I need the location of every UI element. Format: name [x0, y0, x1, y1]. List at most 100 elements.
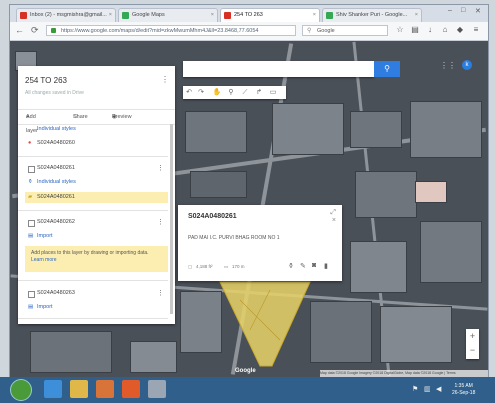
edit-icon[interactable]: ✎ — [300, 262, 306, 270]
marker-icon[interactable]: ⚲ — [225, 86, 237, 99]
home-icon[interactable]: ⌂ — [441, 26, 449, 34]
parcel-polygon[interactable] — [210, 280, 320, 370]
paint-bucket-icon[interactable]: ⚱ — [288, 262, 294, 270]
clipboard-icon[interactable]: ▤ — [411, 26, 419, 34]
shield-icon[interactable]: ◆ — [456, 26, 464, 34]
layer-name: S024A0480262 — [37, 219, 75, 225]
share-label: Share — [73, 114, 88, 120]
close-tab-icon[interactable]: × — [211, 9, 214, 22]
back-icon[interactable]: ← — [15, 25, 24, 35]
download-icon[interactable]: ↓ — [426, 26, 434, 34]
close-button[interactable]: ✕ — [475, 7, 481, 15]
layer-name: S024A0480261 — [37, 165, 75, 171]
draw-line-icon[interactable]: ⟋ — [239, 86, 251, 99]
perimeter-value: 170 m — [232, 264, 245, 269]
divider — [18, 210, 168, 211]
building — [420, 221, 482, 283]
tab-label: Google Maps — [132, 12, 165, 18]
google-logo: Google — [235, 368, 256, 374]
layer-name: S024A0480263 — [37, 290, 75, 296]
tab-google-maps[interactable]: Google Maps × — [118, 8, 218, 22]
clock-date: 26-Sep-18 — [452, 390, 476, 396]
avatar[interactable]: k — [462, 60, 472, 70]
expand-icon[interactable]: ⤢ — [330, 209, 336, 217]
browser-search-field[interactable]: ⚲ Google — [302, 25, 388, 36]
apps-grid-icon[interactable]: ⋮⋮ — [440, 61, 456, 70]
ruler-icon[interactable]: ▭ — [267, 86, 279, 99]
tab-strip: Inbox (2) - msgmishra@gmail... × Google … — [10, 5, 488, 22]
layer-visibility-checkbox[interactable] — [28, 291, 35, 298]
parcel-shape — [219, 281, 311, 367]
network-icon[interactable]: ▥ — [424, 385, 431, 393]
close-tab-icon[interactable]: × — [415, 9, 418, 22]
map-search-input[interactable] — [183, 61, 374, 77]
volume-icon[interactable]: ◀ — [436, 385, 441, 393]
star-icon[interactable]: ☆ — [396, 26, 404, 34]
tab-label: Shiv Shanker Puri - Google... — [336, 12, 408, 18]
feature-description[interactable]: PAD MAI I.C. PURVI BHAG ROOM NO 1 — [188, 235, 280, 241]
hand-icon[interactable]: ✋ — [211, 86, 223, 99]
layer-visibility-checkbox[interactable] — [28, 220, 35, 227]
panel-scrollbar[interactable] — [170, 124, 173, 314]
delete-icon[interactable]: ▮ — [324, 262, 328, 270]
map-attribution[interactable]: Map data ©2018 Google Imagery ©2018 Digi… — [320, 370, 488, 377]
camera-icon[interactable]: ◙ — [312, 262, 316, 269]
refresh-icon[interactable]: ⟳ — [31, 25, 39, 36]
import-link[interactable]: Import — [37, 304, 53, 310]
zoom-out-button[interactable]: − — [466, 343, 479, 357]
explorer-icon[interactable] — [70, 380, 88, 398]
layer-item-label: S024A0480260 — [37, 140, 75, 146]
building — [130, 341, 177, 373]
zoom-control: + − — [466, 329, 479, 359]
layer-item-label: S024A0480261 — [37, 194, 75, 200]
start-button[interactable] — [10, 379, 32, 401]
map-title[interactable]: 254 TO 263 — [25, 76, 67, 85]
building — [185, 111, 247, 153]
search-button[interactable]: ⚲ — [374, 61, 400, 77]
map-toolbar: ↶ ↷ ✋ ⚲ ⟋ ↱ ▭ — [183, 86, 286, 99]
layer-options-icon[interactable]: ⋮ — [157, 218, 164, 226]
maximize-button[interactable]: □ — [461, 7, 465, 14]
menu-icon[interactable]: ≡ — [472, 26, 480, 34]
system-clock[interactable]: 1:35 AM 26-Sep-18 — [452, 383, 475, 397]
layer-visibility-checkbox[interactable] — [28, 166, 35, 173]
directions-icon[interactable]: ↱ — [253, 86, 265, 99]
tab-254-to-263[interactable]: 254 TO 263 × — [220, 8, 320, 22]
map-canvas[interactable]: ⚲ ⋮⋮ k ↶ ↷ ✋ ⚲ ⟋ ↱ ▭ 254 TO 263 All chan… — [10, 41, 488, 377]
divider — [18, 318, 168, 319]
ie-icon[interactable] — [44, 380, 62, 398]
search-icon: ⚲ — [384, 64, 390, 73]
divider — [18, 156, 168, 157]
tab-shiv-shanker-puri[interactable]: Shiv Shanker Puri - Google... × — [322, 8, 422, 22]
url-field[interactable]: https://www.google.com/maps/d/edit?mid=z… — [46, 25, 296, 36]
undo-icon[interactable]: ↶ — [183, 86, 195, 99]
individual-styles-link[interactable]: Individual styles — [37, 179, 76, 185]
layer-options-icon[interactable]: ⋮ — [157, 164, 164, 172]
minimize-button[interactable]: – — [448, 7, 452, 14]
import-link[interactable]: Import — [37, 233, 53, 239]
maps-icon — [122, 12, 129, 19]
layer-options-icon[interactable]: ⋮ — [157, 289, 164, 297]
import-icon: ▤ — [28, 233, 34, 239]
more-options-icon[interactable]: ⋮ — [161, 75, 169, 84]
building — [410, 101, 482, 158]
learn-more-link[interactable]: Learn more — [31, 257, 57, 263]
tab-inbox[interactable]: Inbox (2) - msgmishra@gmail... × — [16, 8, 116, 22]
tab-label: Inbox (2) - msgmishra@gmail... — [30, 12, 107, 18]
zoom-in-button[interactable]: + — [466, 329, 479, 343]
building — [355, 171, 417, 218]
maps-icon — [326, 12, 333, 19]
media-player-icon[interactable] — [96, 380, 114, 398]
firefox-icon[interactable] — [122, 380, 140, 398]
tab-label: 254 TO 263 — [234, 12, 263, 18]
flag-icon[interactable]: ⚑ — [412, 385, 418, 393]
taskbar-app-icon[interactable] — [148, 380, 166, 398]
redo-icon[interactable]: ↷ — [195, 86, 207, 99]
feature-title[interactable]: S024A0480261 — [188, 213, 237, 220]
individual-styles-link[interactable]: Individual styles — [37, 126, 76, 132]
gmail-icon — [20, 12, 27, 19]
close-icon[interactable]: × — [332, 217, 336, 224]
close-tab-icon[interactable]: × — [109, 9, 112, 22]
address-bar: ← ⟳ https://www.google.com/maps/d/edit?m… — [10, 22, 488, 41]
close-tab-icon[interactable]: × — [313, 9, 316, 22]
